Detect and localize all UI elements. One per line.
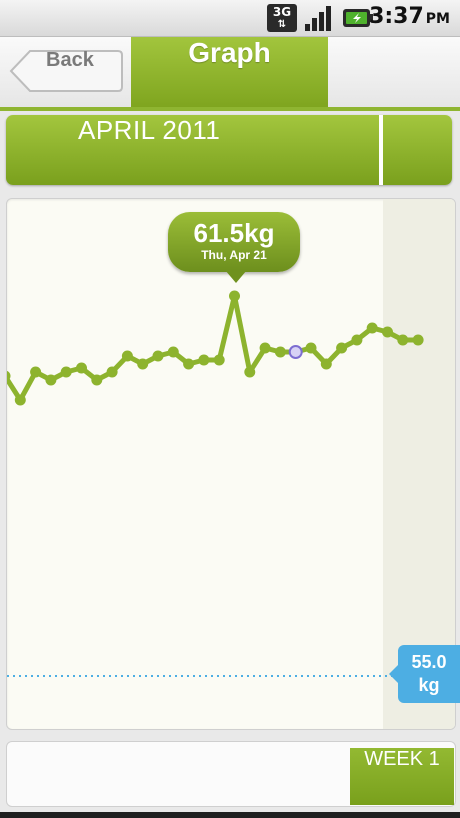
week-button[interactable]: WEEK 1 (350, 748, 454, 805)
back-button[interactable]: Back (8, 49, 124, 93)
status-bar: 3G ⇅ 3:37 PM (0, 0, 460, 37)
data-point[interactable] (76, 362, 87, 374)
data-point[interactable] (106, 366, 118, 378)
clock: 3:37 PM (369, 4, 450, 32)
back-label: Back (46, 49, 94, 71)
data-point[interactable] (198, 354, 210, 366)
data-point[interactable] (213, 354, 225, 366)
data-point[interactable] (320, 358, 332, 370)
data-point[interactable] (121, 350, 133, 362)
data-point[interactable] (336, 342, 348, 354)
data-point[interactable] (167, 346, 179, 358)
network-type: 3G (272, 5, 292, 19)
data-point[interactable] (259, 342, 271, 354)
goal-weight-label: 55.0 kg (389, 645, 460, 703)
data-point[interactable] (351, 334, 363, 346)
clock-ampm: PM (425, 11, 450, 27)
data-point[interactable] (412, 334, 424, 346)
data-point[interactable] (60, 366, 72, 378)
data-point[interactable] (45, 374, 57, 386)
data-point[interactable] (274, 346, 286, 358)
tooltip-value: 61.5kg (193, 218, 275, 248)
screen-bottom-edge (0, 812, 460, 818)
tooltip-pointer (225, 270, 247, 283)
goal-value: 55.0 (411, 652, 447, 672)
app-header: Back Graph (0, 37, 460, 111)
data-point[interactable] (244, 366, 256, 378)
selected-data-point[interactable] (288, 345, 303, 359)
network-3g-icon: 3G ⇅ (267, 4, 297, 32)
data-point[interactable] (152, 350, 164, 362)
data-point[interactable] (229, 290, 240, 302)
data-point[interactable] (305, 342, 317, 354)
month-selector[interactable]: APRIL 2011 (6, 115, 452, 185)
selected-point-tooltip: 61.5kg Thu, Apr 21 (168, 212, 300, 272)
data-point[interactable] (14, 394, 26, 406)
month-label: APRIL 2011 (78, 115, 221, 145)
month-next-button[interactable] (383, 115, 452, 185)
data-point[interactable] (397, 334, 409, 346)
data-point[interactable] (91, 374, 103, 386)
data-point[interactable] (366, 322, 378, 334)
data-point[interactable] (382, 326, 393, 338)
data-point[interactable] (183, 358, 195, 370)
signal-icon (305, 6, 331, 31)
clock-time: 3:37 (369, 4, 424, 29)
tab-graph[interactable]: Graph (131, 37, 328, 107)
tooltip-date: Thu, Apr 21 (201, 248, 267, 262)
goal-unit: kg (418, 675, 440, 695)
weight-series-line (7, 293, 419, 403)
data-point[interactable] (137, 358, 149, 370)
data-point[interactable] (30, 366, 42, 378)
